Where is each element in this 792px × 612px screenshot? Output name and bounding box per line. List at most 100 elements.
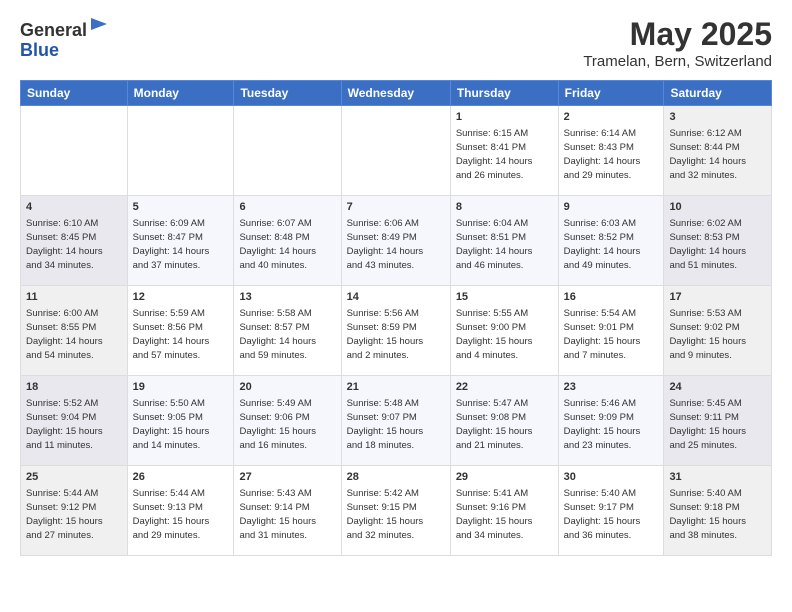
logo-blue: Blue (20, 40, 59, 60)
day-cell (127, 106, 234, 196)
day-info: Sunrise: 5:45 AMSunset: 9:11 PMDaylight:… (669, 397, 766, 452)
day-cell: 4 Sunrise: 6:10 AMSunset: 8:45 PMDaylight… (21, 196, 128, 286)
day-cell: 3Sunrise: 6:12 AMSunset: 8:44 PMDaylight… (664, 106, 772, 196)
day-number: 4 (26, 200, 122, 215)
day-number: 12 (133, 290, 229, 305)
day-info: Sunrise: 5:50 AMSunset: 9:05 PMDaylight:… (133, 397, 229, 452)
day-info: Sunrise: 5:40 AMSunset: 9:18 PMDaylight:… (669, 487, 766, 542)
day-cell: 23 Sunrise: 5:46 AMSunset: 9:09 PMDayligh… (558, 376, 664, 466)
day-number: 24 (669, 380, 766, 395)
col-header-friday: Friday (558, 81, 664, 106)
day-info: Sunrise: 6:02 AMSunset: 8:53 PMDaylight:… (669, 217, 766, 272)
day-info: Sunrise: 6:10 AMSunset: 8:45 PMDaylight:… (26, 217, 122, 272)
day-info: Sunrise: 5:52 AMSunset: 9:04 PMDaylight:… (26, 397, 122, 452)
day-cell: 28Sunrise: 5:42 AMSunset: 9:15 PMDayligh… (341, 466, 450, 556)
day-info: Sunrise: 5:46 AMSunset: 9:09 PMDaylight:… (564, 397, 659, 452)
day-info: Sunrise: 5:54 AMSunset: 9:01 PMDaylight:… (564, 307, 659, 362)
week-row-3: 11 Sunrise: 6:00 AMSunset: 8:55 PMDayligh… (21, 286, 772, 376)
day-number: 17 (669, 290, 766, 305)
day-info: Sunrise: 5:58 AMSunset: 8:57 PMDaylight:… (239, 307, 335, 362)
day-info: Sunrise: 5:59 AMSunset: 8:56 PMDaylight:… (133, 307, 229, 362)
day-cell: 13 Sunrise: 5:58 AMSunset: 8:57 PMDayligh… (234, 286, 341, 376)
page: General Blue May 2025 Tramelan, Bern, Sw… (0, 0, 792, 612)
day-number: 1 (456, 110, 553, 125)
day-info: Sunrise: 5:44 AMSunset: 9:12 PMDaylight:… (26, 487, 122, 542)
day-info: Sunrise: 6:06 AMSunset: 8:49 PMDaylight:… (347, 217, 445, 272)
day-cell: 12 Sunrise: 5:59 AMSunset: 8:56 PMDayligh… (127, 286, 234, 376)
day-cell: 9Sunrise: 6:03 AMSunset: 8:52 PMDaylight… (558, 196, 664, 286)
day-cell: 21 Sunrise: 5:48 AMSunset: 9:07 PMDayligh… (341, 376, 450, 466)
col-header-wednesday: Wednesday (341, 81, 450, 106)
day-cell: 25 Sunrise: 5:44 AMSunset: 9:12 PMDayligh… (21, 466, 128, 556)
day-number: 19 (133, 380, 229, 395)
day-cell: 5Sunrise: 6:09 AMSunset: 8:47 PMDaylight… (127, 196, 234, 286)
day-number: 5 (133, 200, 229, 215)
day-cell: 19 Sunrise: 5:50 AMSunset: 9:05 PMDayligh… (127, 376, 234, 466)
calendar-body: 1 Sunrise: 6:15 AMSunset: 8:41 PMDaylight… (21, 106, 772, 556)
day-number: 6 (239, 200, 335, 215)
day-number: 10 (669, 200, 766, 215)
day-number: 7 (347, 200, 445, 215)
day-number: 20 (239, 380, 335, 395)
day-number: 11 (26, 290, 122, 305)
col-header-monday: Monday (127, 81, 234, 106)
day-number: 25 (26, 470, 122, 485)
calendar-table: SundayMondayTuesdayWednesdayThursdayFrid… (20, 80, 772, 556)
week-row-5: 25 Sunrise: 5:44 AMSunset: 9:12 PMDayligh… (21, 466, 772, 556)
day-cell: 26Sunrise: 5:44 AMSunset: 9:13 PMDayligh… (127, 466, 234, 556)
calendar-header: SundayMondayTuesdayWednesdayThursdayFrid… (21, 81, 772, 106)
day-cell: 15 Sunrise: 5:55 AMSunset: 9:00 PMDayligh… (450, 286, 558, 376)
col-header-sunday: Sunday (21, 81, 128, 106)
day-number: 29 (456, 470, 553, 485)
day-info: Sunrise: 5:48 AMSunset: 9:07 PMDaylight:… (347, 397, 445, 452)
day-info: Sunrise: 5:40 AMSunset: 9:17 PMDaylight:… (564, 487, 659, 542)
day-info: Sunrise: 5:47 AMSunset: 9:08 PMDaylight:… (456, 397, 553, 452)
main-title: May 2025 (583, 16, 772, 53)
col-header-thursday: Thursday (450, 81, 558, 106)
day-cell: 30 Sunrise: 5:40 AMSunset: 9:17 PMDayligh… (558, 466, 664, 556)
day-number: 16 (564, 290, 659, 305)
day-number: 30 (564, 470, 659, 485)
day-cell: 1 Sunrise: 6:15 AMSunset: 8:41 PMDaylight… (450, 106, 558, 196)
day-info: Sunrise: 5:49 AMSunset: 9:06 PMDaylight:… (239, 397, 335, 452)
day-cell: 24 Sunrise: 5:45 AMSunset: 9:11 PMDayligh… (664, 376, 772, 466)
day-cell (341, 106, 450, 196)
day-info: Sunrise: 5:55 AMSunset: 9:00 PMDaylight:… (456, 307, 553, 362)
day-cell (21, 106, 128, 196)
day-number: 15 (456, 290, 553, 305)
subtitle: Tramelan, Bern, Switzerland (583, 53, 772, 70)
day-cell: 2Sunrise: 6:14 AMSunset: 8:43 PMDaylight… (558, 106, 664, 196)
logo-text: General Blue (20, 16, 109, 61)
day-number: 28 (347, 470, 445, 485)
day-number: 3 (669, 110, 766, 125)
day-info: Sunrise: 6:04 AMSunset: 8:51 PMDaylight:… (456, 217, 553, 272)
day-cell: 20 Sunrise: 5:49 AMSunset: 9:06 PMDayligh… (234, 376, 341, 466)
day-number: 18 (26, 380, 122, 395)
day-cell: 6 Sunrise: 6:07 AMSunset: 8:48 PMDaylight… (234, 196, 341, 286)
day-info: Sunrise: 5:41 AMSunset: 9:16 PMDaylight:… (456, 487, 553, 542)
day-info: Sunrise: 5:43 AMSunset: 9:14 PMDaylight:… (239, 487, 335, 542)
logo-flag-icon (89, 16, 109, 36)
header-row: SundayMondayTuesdayWednesdayThursdayFrid… (21, 81, 772, 106)
col-header-tuesday: Tuesday (234, 81, 341, 106)
week-row-1: 1 Sunrise: 6:15 AMSunset: 8:41 PMDaylight… (21, 106, 772, 196)
day-info: Sunrise: 6:00 AMSunset: 8:55 PMDaylight:… (26, 307, 122, 362)
day-number: 31 (669, 470, 766, 485)
day-number: 13 (239, 290, 335, 305)
day-info: Sunrise: 6:15 AMSunset: 8:41 PMDaylight:… (456, 127, 553, 182)
day-cell: 27 Sunrise: 5:43 AMSunset: 9:14 PMDayligh… (234, 466, 341, 556)
day-info: Sunrise: 6:03 AMSunset: 8:52 PMDaylight:… (564, 217, 659, 272)
day-info: Sunrise: 5:56 AMSunset: 8:59 PMDaylight:… (347, 307, 445, 362)
day-cell: 14 Sunrise: 5:56 AMSunset: 8:59 PMDayligh… (341, 286, 450, 376)
day-info: Sunrise: 6:07 AMSunset: 8:48 PMDaylight:… (239, 217, 335, 272)
day-number: 21 (347, 380, 445, 395)
day-number: 14 (347, 290, 445, 305)
day-info: Sunrise: 5:53 AMSunset: 9:02 PMDaylight:… (669, 307, 766, 362)
day-number: 8 (456, 200, 553, 215)
day-cell: 18 Sunrise: 5:52 AMSunset: 9:04 PMDayligh… (21, 376, 128, 466)
day-number: 23 (564, 380, 659, 395)
day-cell: 31 Sunrise: 5:40 AMSunset: 9:18 PMDayligh… (664, 466, 772, 556)
day-number: 26 (133, 470, 229, 485)
day-number: 27 (239, 470, 335, 485)
day-cell: 29 Sunrise: 5:41 AMSunset: 9:16 PMDayligh… (450, 466, 558, 556)
